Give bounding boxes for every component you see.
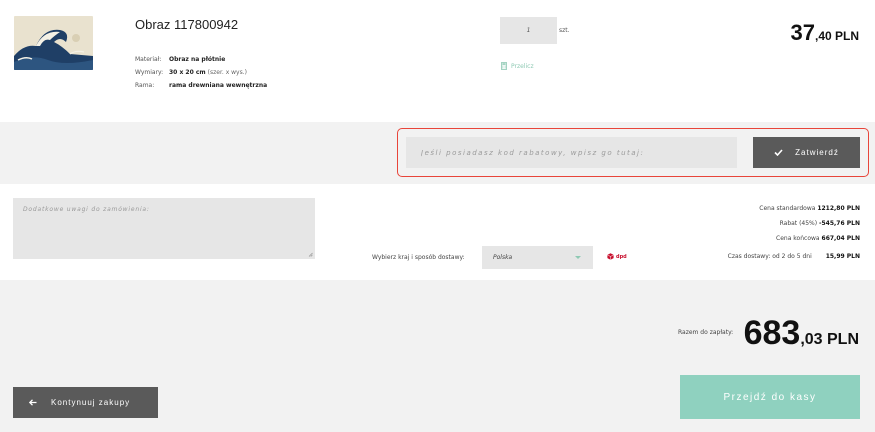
- chevron-down-icon: [575, 256, 581, 259]
- great-wave-painting-thumbnail: [14, 16, 93, 70]
- spec-material: Materiał: Obraz na płótnie: [135, 53, 267, 66]
- checkout-label: Przejdź do kasy: [723, 391, 817, 403]
- discount-label: Rabat (45%): [779, 220, 818, 227]
- total-amount: 683,03 PLN: [744, 314, 859, 353]
- continue-shopping-button[interactable]: Kontynuuj zakupy: [13, 387, 158, 418]
- order-notes-field[interactable]: [13, 198, 315, 259]
- checkmark-icon: [774, 149, 783, 156]
- standard-price-label: Cena standardowa: [759, 205, 816, 212]
- price-summary: Cena standardowa 1212,80 PLN Rabat (45%)…: [759, 201, 860, 246]
- item-price-decimal: ,40 PLN: [814, 29, 859, 43]
- checkout-button[interactable]: Przejdź do kasy: [680, 375, 860, 419]
- delivery-price: 15,99 PLN: [825, 253, 860, 260]
- continue-shopping-label: Kontynuuj zakupy: [51, 398, 131, 407]
- shipping-label: Wybierz kraj i sposób dostawy:: [372, 254, 465, 261]
- checkout-footer: Razem do zapłaty: 683,03 PLN Kontynuuj z…: [0, 280, 875, 432]
- item-price: 37,40 PLN: [791, 20, 860, 46]
- coupon-section: Zatwierdź: [0, 122, 875, 184]
- order-details: Wybierz kraj i sposób dostawy: Polska dp…: [0, 184, 875, 280]
- recalculate-label: Przelicz: [511, 62, 534, 70]
- apply-coupon-button[interactable]: Zatwierdź: [753, 137, 860, 168]
- final-price-row: Cena końcowa 667,04 PLN: [759, 231, 860, 246]
- spec-label: Materiał:: [135, 56, 162, 63]
- spec-note: (szer. x wys.): [207, 69, 247, 76]
- spec-frame: Rama: rama drewniana wewnętrzna: [135, 79, 267, 92]
- apply-coupon-label: Zatwierdź: [795, 148, 839, 157]
- shipping-country-value: Polska: [493, 254, 513, 261]
- discount-row: Rabat (45%) -545,76 PLN: [759, 216, 860, 231]
- spec-label: Wymiary:: [135, 69, 164, 76]
- product-specs: Materiał: Obraz na płótnie Wymiary: 30 x…: [135, 53, 267, 92]
- quantity-input[interactable]: 1: [500, 17, 557, 44]
- spec-dimensions: Wymiary: 30 x 20 cm (szer. x wys.): [135, 66, 267, 79]
- final-price-label: Cena końcowa: [776, 235, 820, 242]
- recalculate-link[interactable]: Przelicz: [501, 62, 534, 70]
- carrier-logo: dpd: [607, 253, 627, 260]
- total-label: Razem do zapłaty:: [678, 329, 734, 336]
- final-price-value: 667,04 PLN: [821, 235, 860, 242]
- spec-value: Obraz na płótnie: [169, 56, 226, 63]
- discount-value: -545,76 PLN: [819, 220, 860, 227]
- delivery-time: Czas dostawy: od 2 do 5 dni: [727, 253, 812, 260]
- spec-value: 30 x 20 cm: [169, 69, 206, 76]
- quantity-unit: szt.: [559, 27, 570, 34]
- coupon-code-input[interactable]: [406, 137, 737, 168]
- total-integer: 683: [743, 314, 801, 352]
- carrier-name: dpd: [616, 253, 627, 260]
- item-price-integer: 37: [790, 20, 815, 45]
- resize-handle-icon[interactable]: [308, 252, 313, 257]
- shipping-country-select[interactable]: Polska: [482, 246, 593, 269]
- coupon-highlight-frame: Zatwierdź: [397, 128, 869, 177]
- spec-label: Rama:: [135, 82, 155, 89]
- cart-item: Obraz 117800942 Materiał: Obraz na płótn…: [0, 0, 875, 122]
- dpd-cube-icon: [607, 253, 614, 260]
- spec-value: rama drewniana wewnętrzna: [169, 82, 268, 89]
- standard-price-value: 1212,80 PLN: [817, 205, 860, 212]
- standard-price-row: Cena standardowa 1212,80 PLN: [759, 201, 860, 216]
- delivery-info: Czas dostawy: od 2 do 5 dni 15,99 PLN: [728, 253, 860, 260]
- calculator-icon: [501, 62, 507, 70]
- product-title[interactable]: Obraz 117800942: [135, 17, 238, 32]
- product-thumbnail[interactable]: [14, 16, 93, 70]
- total-decimal: ,03 PLN: [800, 331, 859, 348]
- arrow-left-icon: [29, 399, 37, 406]
